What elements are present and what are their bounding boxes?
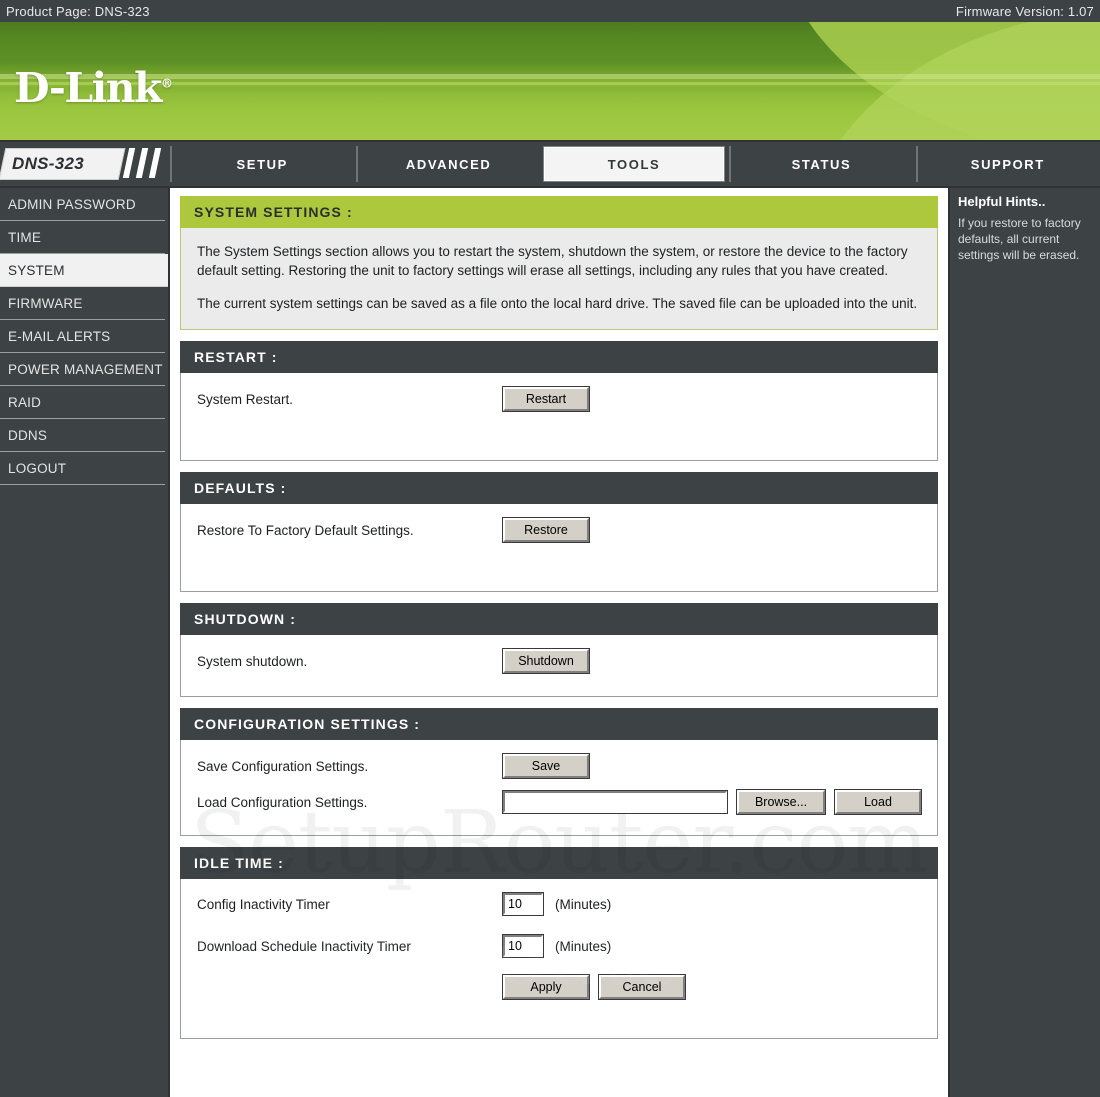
- badge-slashes-icon: [122, 148, 166, 178]
- sidebar-item-time[interactable]: TIME: [0, 221, 165, 254]
- save-configuration-row: Save Configuration Settings. Save: [197, 753, 921, 780]
- browse-button[interactable]: Browse...: [736, 789, 826, 816]
- defaults-row: Restore To Factory Default Settings. Res…: [197, 517, 921, 544]
- save-button[interactable]: Save: [502, 753, 590, 780]
- idle-time-heading: IDLE TIME :: [180, 847, 938, 880]
- panel-idle-time: IDLE TIME : Config Inactivity Timer (Min…: [180, 847, 938, 1040]
- tab-support[interactable]: SUPPORT: [915, 146, 1099, 182]
- panel-defaults: DEFAULTS : Restore To Factory Default Se…: [180, 472, 938, 593]
- product-page-label: Product Page: DNS-323: [6, 3, 150, 19]
- defaults-heading: DEFAULTS :: [180, 472, 938, 505]
- dlink-logo-text: D-Link: [14, 64, 162, 112]
- load-button[interactable]: Load: [834, 789, 922, 816]
- restore-button[interactable]: Restore: [502, 517, 590, 544]
- sidebar-item-raid[interactable]: RAID: [0, 386, 165, 419]
- system-settings-paragraph-2: The current system settings can be saved…: [197, 296, 918, 312]
- helpful-hints-text: If you restore to factory defaults, all …: [958, 216, 1081, 263]
- cancel-button[interactable]: Cancel: [598, 974, 686, 1001]
- top-product-bar: Product Page: DNS-323 Firmware Version: …: [0, 0, 1100, 22]
- configuration-file-input[interactable]: [502, 790, 728, 815]
- defaults-label: Restore To Factory Default Settings.: [197, 522, 414, 538]
- sidebar-item-system[interactable]: SYSTEM: [0, 254, 168, 287]
- idle-time-button-group: Apply Cancel: [502, 974, 686, 1001]
- shutdown-heading: SHUTDOWN :: [180, 603, 938, 636]
- shutdown-body: System shutdown. Shutdown: [180, 635, 938, 698]
- registered-mark-icon: ®: [160, 76, 173, 91]
- restart-row: System Restart. Restart: [197, 386, 921, 413]
- apply-button[interactable]: Apply: [502, 974, 590, 1001]
- restart-label: System Restart.: [197, 391, 294, 407]
- idle-time-body: Config Inactivity Timer (Minutes) Downlo…: [180, 879, 938, 1040]
- sidebar-item-logout[interactable]: LOGOUT: [0, 452, 165, 485]
- panel-configuration-settings: CONFIGURATION SETTINGS : Save Configurat…: [180, 708, 938, 837]
- download-inactivity-units: (Minutes): [555, 938, 612, 954]
- nav-tabs: SETUP ADVANCED TOOLS STATUS SUPPORT: [168, 142, 1100, 186]
- load-configuration-row: Load Configuration Settings. Browse... L…: [197, 789, 922, 816]
- system-settings-body: The System Settings section allows you t…: [180, 228, 938, 331]
- defaults-body: Restore To Factory Default Settings. Res…: [180, 504, 938, 593]
- model-badge: DNS-323: [0, 142, 168, 186]
- shutdown-button[interactable]: Shutdown: [502, 648, 590, 675]
- shutdown-label: System shutdown.: [197, 653, 308, 669]
- panel-shutdown: SHUTDOWN : System shutdown. Shutdown: [180, 603, 938, 698]
- page-body: ADMIN PASSWORD TIME SYSTEM FIRMWARE E-MA…: [0, 188, 1100, 1097]
- sidebar-item-admin-password[interactable]: ADMIN PASSWORD: [0, 188, 165, 221]
- sidebar-item-email-alerts[interactable]: E-MAIL ALERTS: [0, 320, 165, 353]
- main-navigation-bar: DNS-323 SETUP ADVANCED TOOLS STATUS SUPP…: [0, 142, 1100, 188]
- configuration-heading: CONFIGURATION SETTINGS :: [180, 708, 938, 741]
- download-inactivity-row: Download Schedule Inactivity Timer (Minu…: [197, 934, 921, 959]
- download-inactivity-label: Download Schedule Inactivity Timer: [197, 938, 411, 954]
- brand-banner: D-Link®: [0, 22, 1100, 142]
- tab-setup[interactable]: SETUP: [170, 146, 353, 182]
- sidebar-item-power-management[interactable]: POWER MANAGEMENT: [0, 353, 165, 386]
- restart-button[interactable]: Restart: [502, 386, 590, 413]
- restart-body: System Restart. Restart: [180, 373, 938, 462]
- sidebar-item-firmware[interactable]: FIRMWARE: [0, 287, 165, 320]
- sidebar-item-ddns[interactable]: DDNS: [0, 419, 165, 452]
- system-settings-paragraph-1: The System Settings section allows you t…: [197, 244, 908, 279]
- panel-system-settings: SYSTEM SETTINGS : The System Settings se…: [180, 196, 938, 331]
- dlink-logo: D-Link®: [14, 68, 173, 109]
- save-configuration-label: Save Configuration Settings.: [197, 758, 369, 774]
- sidebar-menu: ADMIN PASSWORD TIME SYSTEM FIRMWARE E-MA…: [0, 188, 168, 1097]
- idle-time-actions: Apply Cancel: [197, 974, 921, 1001]
- tab-tools[interactable]: TOOLS: [542, 146, 726, 182]
- load-controls: Browse... Load: [502, 789, 922, 816]
- helpful-hints-panel: Helpful Hints.. If you restore to factor…: [950, 188, 1100, 1097]
- config-inactivity-label: Config Inactivity Timer: [197, 896, 330, 912]
- panel-restart: RESTART : System Restart. Restart: [180, 341, 938, 462]
- load-configuration-label: Load Configuration Settings.: [197, 794, 368, 810]
- firmware-version-label: Firmware Version: 1.07: [955, 3, 1094, 19]
- config-inactivity-input[interactable]: [502, 892, 544, 917]
- tab-advanced[interactable]: ADVANCED: [356, 146, 539, 182]
- model-badge-label: DNS-323: [12, 154, 85, 173]
- download-inactivity-input[interactable]: [502, 934, 544, 959]
- shutdown-row: System shutdown. Shutdown: [197, 648, 921, 675]
- tab-status[interactable]: STATUS: [729, 146, 912, 182]
- system-settings-heading: SYSTEM SETTINGS :: [180, 196, 938, 228]
- configuration-body: Save Configuration Settings. Save Load C…: [180, 740, 938, 837]
- main-content: SetupRouter.com SYSTEM SETTINGS : The Sy…: [168, 188, 950, 1097]
- helpful-hints-title: Helpful Hints..: [958, 194, 1046, 209]
- config-inactivity-row: Config Inactivity Timer (Minutes): [197, 892, 921, 917]
- config-inactivity-units: (Minutes): [555, 896, 612, 912]
- restart-heading: RESTART :: [180, 341, 938, 374]
